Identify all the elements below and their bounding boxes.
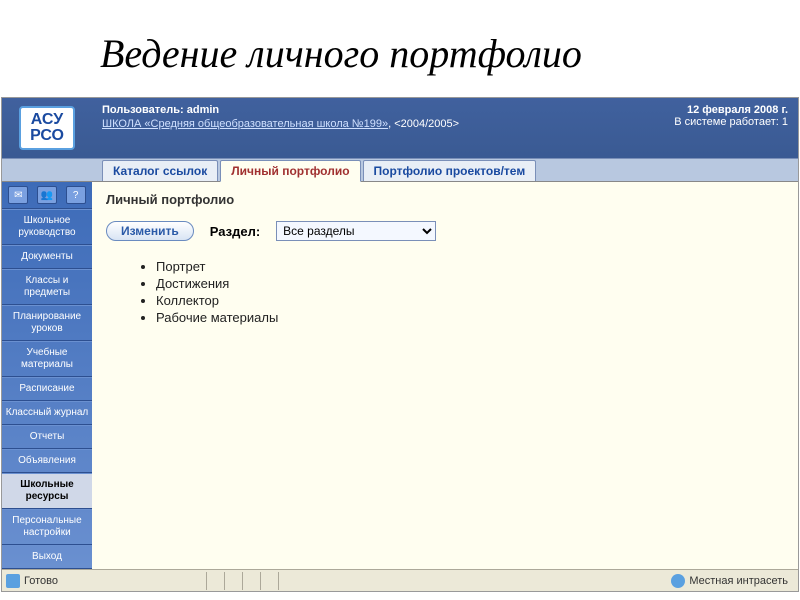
- header-info: Пользователь: admin ШКОЛА «Средняя общео…: [92, 98, 664, 158]
- sidebar-item-school-resources[interactable]: Школьные ресурсы: [2, 473, 92, 509]
- sidebar-item-classes[interactable]: Классы и предметы: [2, 269, 92, 305]
- list-item[interactable]: Коллектор: [156, 293, 784, 308]
- logo-text-top: АСУ: [31, 112, 63, 128]
- portfolio-list: Портрет Достижения Коллектор Рабочие мат…: [156, 259, 784, 325]
- sidebar-item-lesson-planning[interactable]: Планирование уроков: [2, 305, 92, 341]
- edit-button[interactable]: Изменить: [106, 221, 194, 241]
- user-name: admin: [187, 104, 219, 116]
- mail-icon[interactable]: ✉: [8, 186, 28, 204]
- header-bar: АСУ РСО Пользователь: admin ШКОЛА «Средн…: [2, 98, 798, 158]
- online-label: В системе работает:: [674, 116, 782, 128]
- sidebar-icon-row: ✉ 👥 ?: [2, 182, 92, 209]
- status-right: Местная интрасеть: [671, 574, 794, 588]
- list-item[interactable]: Портрет: [156, 259, 784, 274]
- sidebar-item-class-journal[interactable]: Классный журнал: [2, 401, 92, 425]
- tab-catalog[interactable]: Каталог ссылок: [102, 160, 218, 181]
- sidebar-item-personal-settings[interactable]: Персональные настройки: [2, 509, 92, 545]
- intranet-icon: [671, 574, 685, 588]
- user-prefix: Пользователь:: [102, 104, 187, 116]
- sidebar-item-announcements[interactable]: Объявления: [2, 449, 92, 473]
- slide-title: Ведение личного портфолио: [0, 0, 800, 97]
- status-cell: [242, 572, 260, 590]
- current-date: 12 февраля 2008 г.: [674, 104, 788, 116]
- status-text: Готово: [24, 575, 58, 587]
- tab-bar: Каталог ссылок Личный портфолио Портфоли…: [2, 158, 798, 182]
- header-right: 12 февраля 2008 г. В системе работает: 1: [664, 98, 798, 158]
- control-row: Изменить Раздел: Все разделы: [106, 221, 784, 241]
- logo-box: АСУ РСО: [2, 98, 92, 158]
- logo: АСУ РСО: [19, 106, 75, 150]
- sidebar: ✉ 👥 ? Школьное руководство Документы Кла…: [2, 182, 92, 569]
- status-cell: [260, 572, 278, 590]
- body-row: ✉ 👥 ? Школьное руководство Документы Кла…: [2, 182, 798, 569]
- ie-icon: [6, 574, 20, 588]
- logo-text-bottom: РСО: [30, 128, 64, 144]
- list-item[interactable]: Рабочие материалы: [156, 310, 784, 325]
- users-icon[interactable]: 👥: [37, 186, 57, 204]
- status-mid: [206, 572, 671, 590]
- sidebar-item-schedule[interactable]: Расписание: [2, 377, 92, 401]
- school-year: , <2004/2005>: [388, 118, 459, 130]
- app-window: АСУ РСО Пользователь: admin ШКОЛА «Средн…: [1, 97, 799, 592]
- sidebar-item-documents[interactable]: Документы: [2, 245, 92, 269]
- school-link[interactable]: ШКОЛА «Средняя общеобразовательная школа…: [102, 118, 388, 130]
- status-bar: Готово Местная интрасеть: [2, 569, 798, 591]
- status-cell: [278, 572, 296, 590]
- online-count: 1: [782, 116, 788, 128]
- tab-personal-portfolio[interactable]: Личный портфолио: [220, 160, 360, 182]
- sidebar-item-exit[interactable]: Выход: [2, 545, 92, 569]
- sidebar-item-school-management[interactable]: Школьное руководство: [2, 209, 92, 245]
- help-icon[interactable]: ?: [66, 186, 86, 204]
- section-label: Раздел:: [210, 224, 260, 239]
- status-cell: [224, 572, 242, 590]
- sidebar-item-materials[interactable]: Учебные материалы: [2, 341, 92, 377]
- status-cell: [206, 572, 224, 590]
- content-heading: Личный портфолио: [106, 192, 784, 207]
- content-area: Личный портфолио Изменить Раздел: Все ра…: [92, 182, 798, 569]
- sidebar-item-reports[interactable]: Отчеты: [2, 425, 92, 449]
- section-select[interactable]: Все разделы: [276, 221, 436, 241]
- tab-project-portfolio[interactable]: Портфолио проектов/тем: [363, 160, 537, 181]
- status-left: Готово: [6, 574, 206, 588]
- zone-text: Местная интрасеть: [689, 575, 788, 587]
- list-item[interactable]: Достижения: [156, 276, 784, 291]
